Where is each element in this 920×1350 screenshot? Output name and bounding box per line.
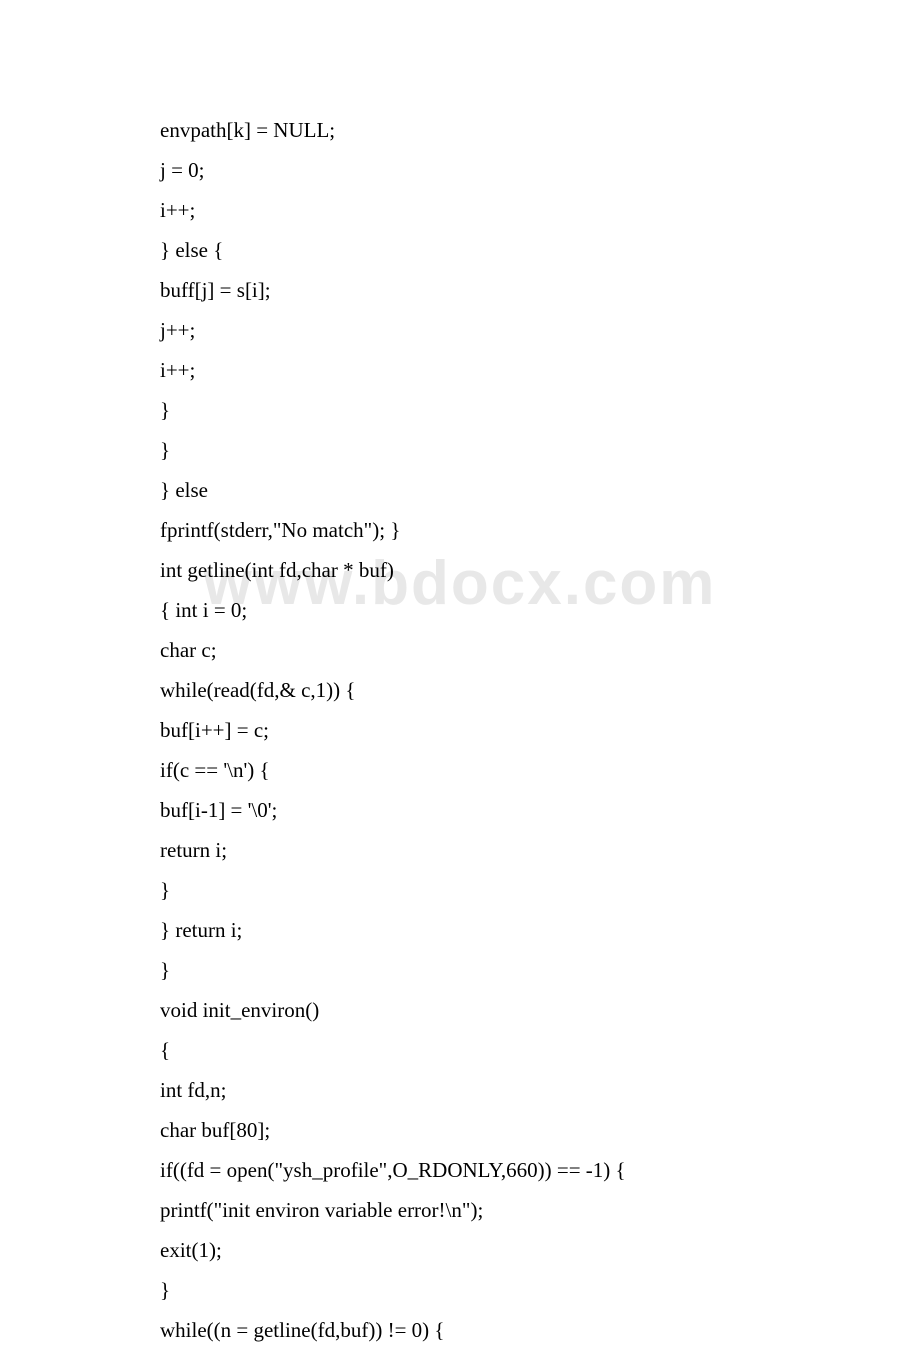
code-line: int getline(int fd,char * buf) [160,550,760,590]
code-line: int fd,n; [160,1070,760,1110]
code-line: } return i; [160,910,760,950]
code-line: exit(1); [160,1230,760,1270]
code-line: return i; [160,830,760,870]
code-line: } [160,870,760,910]
code-line: { int i = 0; [160,590,760,630]
code-line: buff[j] = s[i]; [160,270,760,310]
code-line: } else [160,470,760,510]
code-line: i++; [160,350,760,390]
code-line: buf[i++] = c; [160,710,760,750]
code-line: if(c == '\n') { [160,750,760,790]
document-content: envpath[k] = NULL; j = 0; i++; } else { … [0,0,920,1350]
code-line: if((fd = open("ysh_profile",O_RDONLY,660… [160,1150,760,1190]
code-line: while((n = getline(fd,buf)) != 0) { [160,1310,760,1350]
code-line: } [160,390,760,430]
code-line: char buf[80]; [160,1110,760,1150]
code-line: i++; [160,190,760,230]
code-line: fprintf(stderr,"No match"); } [160,510,760,550]
code-line: } [160,430,760,470]
code-line: printf("init environ variable error!\n")… [160,1190,760,1230]
code-line: buf[i-1] = '\0'; [160,790,760,830]
code-line: } [160,1270,760,1310]
code-line: j++; [160,310,760,350]
code-line: while(read(fd,& c,1)) { [160,670,760,710]
code-line: } [160,950,760,990]
code-line: j = 0; [160,150,760,190]
code-line: } else { [160,230,760,270]
code-line: envpath[k] = NULL; [160,110,760,150]
code-line: void init_environ() [160,990,760,1030]
code-line: char c; [160,630,760,670]
code-line: { [160,1030,760,1070]
